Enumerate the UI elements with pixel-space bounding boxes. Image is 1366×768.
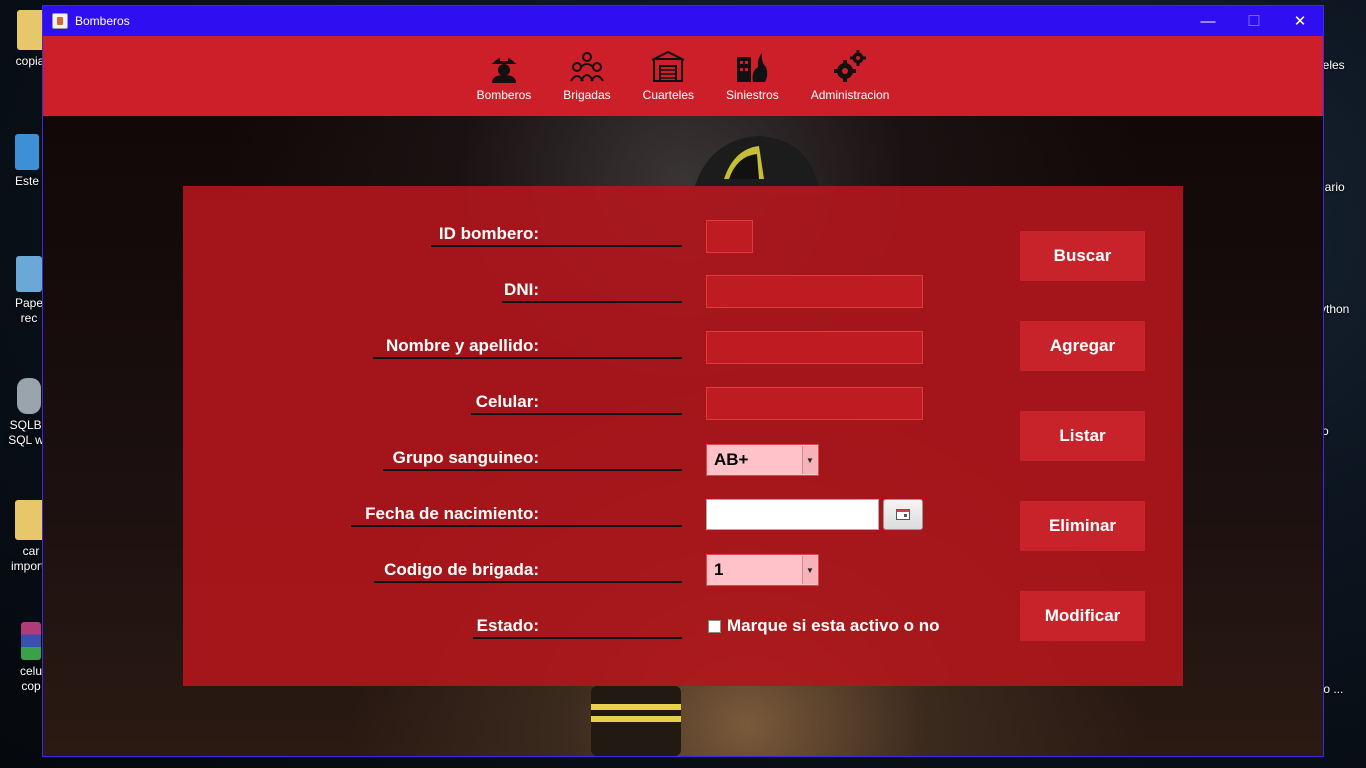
estado-checkbox-label: Marque si esta activo o no [727, 616, 940, 635]
underline-fecha [351, 525, 682, 527]
window-title: Bomberos [75, 14, 130, 28]
underline-dni [502, 301, 682, 303]
menu-label-administracion: Administracion [810, 88, 890, 102]
underline-celular [471, 413, 682, 415]
firefighter-icon [490, 55, 517, 83]
fecha-nacimiento-input[interactable] [706, 499, 879, 530]
chevron-down-icon[interactable]: ▼ [802, 446, 817, 474]
label-codigo-brigada: Codigo de brigada: [384, 560, 539, 579]
computer-icon [15, 134, 39, 170]
desktop-icon-right-3[interactable]: ython [1320, 302, 1366, 317]
app-window: Bomberos — ☐ ✕ Bomberos Brigadas Cuartel… [42, 5, 1324, 757]
label-grupo-sanguineo: Grupo sanguineo: [392, 448, 539, 467]
gears-icon [834, 50, 867, 82]
recycle-bin-icon [16, 256, 42, 292]
estado-checkbox[interactable] [708, 619, 721, 633]
calendar-icon [896, 509, 910, 520]
nombre-apellido-input[interactable] [706, 331, 923, 364]
boot-background-image [591, 686, 681, 756]
menu-label-bomberos: Bomberos [476, 88, 532, 102]
title-bar[interactable]: Bomberos — ☐ ✕ [43, 6, 1323, 36]
chevron-down-icon[interactable]: ▼ [802, 556, 817, 584]
listar-button[interactable]: Listar [1020, 411, 1145, 461]
label-dni: DNI: [504, 280, 539, 299]
window-controls: — ☐ ✕ [1185, 6, 1323, 36]
menu-label-cuarteles: Cuarteles [642, 88, 695, 102]
helmet-background-image [689, 136, 824, 194]
winrar-icon [21, 622, 41, 660]
codigo-brigada-value: 1 [714, 560, 724, 579]
buscar-button[interactable]: Buscar [1020, 231, 1145, 281]
codigo-brigada-select[interactable]: 1 ▼ [706, 554, 819, 586]
menu-item-administracion[interactable]: Administracion [810, 49, 890, 102]
underline-id [431, 245, 682, 247]
label-fecha-nacimiento: Fecha de nacimiento: [365, 504, 539, 523]
fire-station-icon [651, 50, 685, 82]
maximize-button[interactable]: ☐ [1231, 6, 1277, 36]
label-nombre-apellido: Nombre y apellido: [385, 336, 539, 355]
close-button[interactable]: ✕ [1277, 6, 1323, 36]
menu-label-brigadas: Brigadas [563, 88, 611, 102]
calendar-button[interactable] [883, 499, 923, 530]
java-app-icon [52, 13, 68, 29]
desktop-icon-right-2[interactable]: dario [1318, 180, 1366, 195]
menu-item-brigadas[interactable]: Brigadas [563, 49, 611, 102]
desktop-icon-right-5[interactable]: to ... [1320, 682, 1366, 697]
id-bombero-input[interactable] [706, 220, 753, 253]
label-id-bombero: ID bombero: [438, 224, 539, 243]
minimize-button[interactable]: — [1185, 6, 1231, 36]
underline-nombre [373, 357, 682, 359]
menu-bar: Bomberos Brigadas Cuarteles Siniestros A… [43, 36, 1323, 116]
menu-label-siniestros: Siniestros [726, 88, 779, 102]
brigade-icon [570, 52, 604, 82]
grupo-sanguineo-select[interactable]: AB+ ▼ [706, 444, 819, 476]
estado-checkbox-group[interactable]: Marque si esta activo o no [708, 616, 940, 636]
agregar-button[interactable]: Agregar [1020, 321, 1145, 371]
dni-input[interactable] [706, 275, 923, 308]
menu-item-cuarteles[interactable]: Cuarteles [643, 49, 694, 102]
label-celular: Celular: [475, 392, 539, 411]
eliminar-button[interactable]: Eliminar [1020, 501, 1145, 551]
content-area: ID bombero: DNI: Nombre y apellido: Celu… [43, 116, 1323, 756]
bombero-form-panel: ID bombero: DNI: Nombre y apellido: Celu… [183, 186, 1183, 686]
desktop-icon-right-4[interactable]: o [1322, 424, 1362, 439]
label-estado: Estado: [476, 616, 539, 635]
database-icon [17, 378, 41, 414]
underline-grupo [383, 469, 682, 471]
burning-building-icon [737, 53, 768, 82]
underline-codigo [374, 581, 682, 583]
modificar-button[interactable]: Modificar [1020, 591, 1145, 641]
underline-estado [473, 637, 682, 639]
grupo-sanguineo-value: AB+ [714, 450, 749, 469]
menu-item-siniestros[interactable]: Siniestros [726, 49, 779, 102]
celular-input[interactable] [706, 387, 923, 420]
menu-item-bomberos[interactable]: Bomberos [476, 49, 532, 102]
